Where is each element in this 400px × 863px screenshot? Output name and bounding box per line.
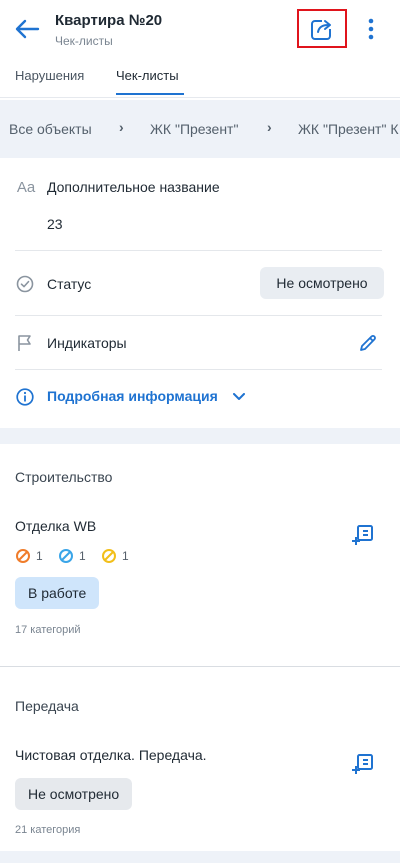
indicator-count: 1 — [122, 549, 129, 563]
checklist-title[interactable]: Чистовая отделка. Передача. — [15, 747, 207, 763]
tab-violations[interactable]: Нарушения — [15, 68, 84, 83]
extra-name-value: 23 — [47, 216, 63, 232]
checklist-title[interactable]: Отделка WB — [15, 518, 96, 534]
back-button[interactable] — [10, 12, 44, 46]
bottom-bar — [0, 851, 400, 863]
checklist-status-badge[interactable]: В работе — [15, 577, 100, 609]
status-badge[interactable]: Не осмотрено — [260, 267, 384, 299]
page-title: Квартира №20 — [55, 12, 163, 29]
text-format-icon: Aa — [16, 178, 36, 196]
add-note-icon — [352, 525, 373, 545]
indicators-label: Индикаторы — [47, 335, 127, 351]
info-icon — [15, 387, 35, 407]
pencil-icon — [360, 335, 376, 351]
indicator-blue: 1 — [58, 548, 86, 564]
share-button[interactable] — [297, 9, 347, 48]
check-circle-icon — [15, 274, 35, 294]
add-checklist-button[interactable] — [350, 522, 376, 548]
prohibited-icon — [102, 549, 116, 563]
indicator-count: 1 — [36, 549, 43, 563]
indicator-orange: 1 — [15, 548, 43, 564]
breadcrumb: Все объекты › ЖК "Презент" › ЖК "Презент… — [0, 100, 400, 158]
section-title-construction: Строительство — [15, 469, 113, 485]
section-divider — [0, 666, 400, 667]
breadcrumb-chevron-icon: › — [119, 119, 124, 135]
divider — [15, 369, 382, 370]
more-vertical-icon — [368, 18, 374, 40]
categories-count: 17 категорий — [15, 624, 81, 636]
divider — [15, 315, 382, 316]
breadcrumb-item-all-objects[interactable]: Все объекты — [9, 121, 92, 137]
breadcrumb-chevron-icon: › — [267, 119, 272, 135]
breadcrumb-item-complex[interactable]: ЖК "Презент" — [150, 121, 238, 137]
tab-bar: Нарушения Чек-листы — [0, 60, 400, 98]
section-title-handover: Передача — [15, 698, 79, 714]
prohibited-icon — [59, 549, 73, 563]
add-checklist-button[interactable] — [350, 751, 376, 777]
indicator-yellow: 1 — [101, 548, 129, 564]
tab-checklists[interactable]: Чек-листы — [116, 68, 179, 83]
divider — [15, 250, 382, 251]
page-subtitle: Чек-листы — [55, 34, 113, 48]
add-note-icon — [352, 754, 373, 774]
active-tab-indicator — [116, 93, 184, 95]
extra-name-label: Дополнительное название — [47, 179, 220, 195]
info-card: Aa Дополнительное название 23 Статус Не … — [0, 160, 400, 428]
indicator-count: 1 — [79, 549, 86, 563]
checklist-status-badge[interactable]: Не осмотрено — [15, 778, 133, 810]
app-header: Квартира №20 Чек-листы Нарушения Чек-лис… — [0, 0, 400, 98]
more-menu-button[interactable] — [358, 12, 384, 46]
flag-icon — [15, 333, 35, 353]
prohibited-icon — [16, 549, 30, 563]
details-toggle[interactable]: Подробная информация — [47, 388, 218, 404]
share-icon — [311, 17, 334, 40]
status-label: Статус — [47, 276, 92, 292]
chevron-down-icon[interactable] — [232, 390, 246, 404]
edit-indicators-button[interactable] — [355, 330, 381, 356]
arrow-left-icon — [15, 19, 40, 39]
categories-count: 21 категория — [15, 824, 81, 836]
breadcrumb-item-building[interactable]: ЖК "Презент" К — [298, 121, 398, 137]
section-gap — [0, 428, 400, 444]
